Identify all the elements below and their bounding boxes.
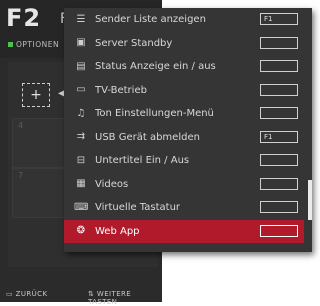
list-icon: ☰ — [76, 13, 86, 25]
film-icon: ▦ — [76, 178, 86, 190]
menu-item-label: Status Anzeige ein / aus — [95, 61, 216, 73]
server-icon: ▣ — [76, 37, 86, 49]
shortcut-key-field[interactable]: F1 — [260, 130, 298, 143]
menu-item-tv-betrieb[interactable]: ▭ TV-Betrieb — [64, 79, 304, 103]
menu-item-label: Untertitel Ein / Aus — [95, 155, 190, 167]
tv-icon: ▭ — [76, 84, 86, 96]
back-label: Zurück — [15, 290, 48, 298]
menu-item-server-standby[interactable]: ▣ Server Standby — [64, 32, 304, 56]
menu-item-label: Sender Liste anzeigen — [95, 14, 206, 26]
shortcut-key-field[interactable] — [260, 177, 298, 190]
shortcut-key-field[interactable]: F1 — [260, 13, 298, 25]
shortcut-key-field[interactable] — [260, 60, 298, 72]
page-title: F2 — [6, 4, 42, 32]
usb-icon: ⇉ — [76, 131, 86, 143]
shortcut-key-field[interactable] — [260, 83, 298, 96]
panel-footer: ▭ Zurück ⇅ Weitere Tasten — [0, 286, 162, 306]
web-app-icon: ❂ — [76, 225, 86, 237]
shortcut-key-field[interactable] — [260, 107, 298, 119]
grid-tile[interactable]: 7 — [12, 168, 68, 218]
grid-tile[interactable]: 4 — [12, 118, 68, 168]
shortcut-key-field[interactable] — [260, 224, 298, 237]
options-label: Optionen — [16, 40, 60, 49]
options-button[interactable]: Optionen — [8, 40, 59, 49]
menu-item-label: USB Gerät abmelden — [95, 131, 200, 143]
arrows-icon: ⇅ — [88, 290, 95, 298]
status-dot-icon — [8, 42, 13, 47]
menu-item-videos[interactable]: ▦ Videos — [64, 173, 304, 197]
shortcut-key-field[interactable] — [260, 201, 298, 213]
music-note-icon: ♫ — [76, 107, 86, 119]
status-display-icon: ▤ — [76, 60, 86, 72]
menu-item-label: Web App — [95, 225, 140, 237]
menu-item-ton-einstellungen-men[interactable]: ♫ Ton Einstellungen-Menü — [64, 102, 304, 126]
keyboard-icon: ⌨ — [74, 201, 89, 213]
menu-item-label: Ton Einstellungen-Menü — [95, 108, 214, 120]
menu-item-untertitel-ein-aus[interactable]: ⊟ Untertitel Ein / Aus — [64, 149, 304, 173]
menu-item-label: TV-Betrieb — [95, 84, 147, 96]
subtitle-icon: ⊟ — [76, 154, 86, 166]
shortcut-key-field[interactable] — [260, 154, 298, 166]
shortcut-key-field[interactable] — [260, 36, 298, 49]
more-keys-button[interactable]: ⇅ Weitere Tasten — [88, 290, 162, 306]
menu-item-web-app[interactable]: ❂ Web App — [64, 219, 304, 243]
menu-item-virtuelle-tastatur[interactable]: ⌨ Virtuelle Tastatur — [64, 196, 304, 220]
back-icon: ▭ — [6, 290, 14, 298]
menu-item-label: Server Standby — [95, 37, 173, 49]
tile-number: 7 — [18, 171, 24, 180]
context-menu: ☰ Sender Liste anzeigen F1 ▣ Server Standby ▤… — [64, 8, 312, 252]
menu-item-sender-liste-anzeigen[interactable]: ☰ Sender Liste anzeigen F1 — [64, 8, 304, 32]
add-tile-button[interactable]: + — [22, 83, 50, 107]
menu-item-usb-ger-t-abmelden[interactable]: ⇉ USB Gerät abmelden F1 — [64, 126, 304, 150]
more-keys-label: Weitere Tasten — [88, 290, 132, 306]
tile-number: 4 — [18, 121, 24, 130]
menu-item-status-anzeige-ein-aus[interactable]: ▤ Status Anzeige ein / aus — [64, 55, 304, 79]
menu-scrollbar-thumb[interactable] — [308, 180, 312, 220]
menu-item-label: Videos — [95, 178, 129, 190]
back-button[interactable]: ▭ Zurück — [6, 290, 47, 298]
menu-item-label: Virtuelle Tastatur — [95, 202, 181, 214]
